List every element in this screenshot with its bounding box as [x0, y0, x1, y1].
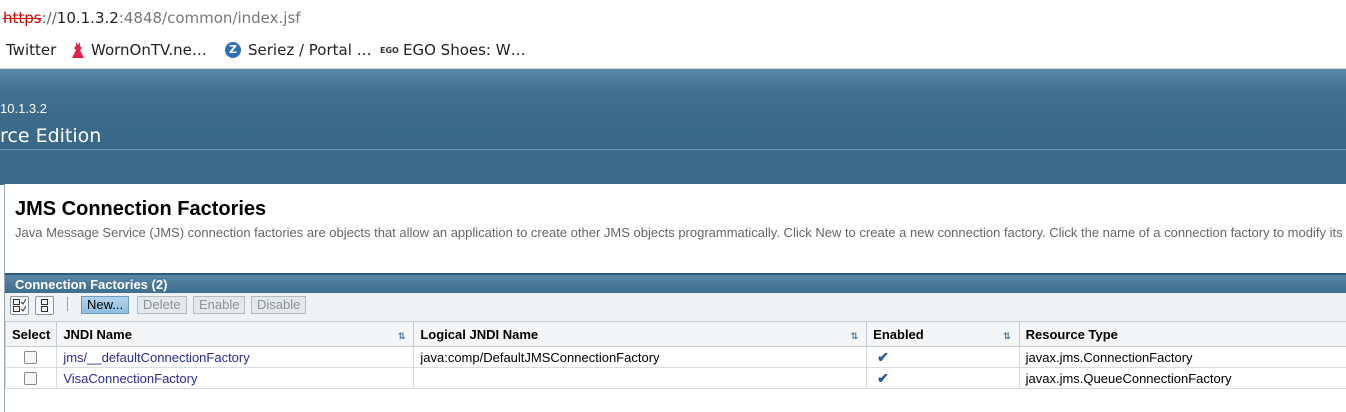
jndi-name-link[interactable]: VisaConnectionFactory	[63, 371, 197, 386]
bookmark-wornontv[interactable]: WornOnTV.ne…	[72, 41, 207, 59]
new-button[interactable]: New...	[81, 296, 130, 314]
jndi-name-cell: jms/__defaultConnectionFactory	[56, 346, 415, 368]
server-host-label: 10.1.3.2	[0, 101, 47, 116]
url-path: :4848/common/index.jsf	[118, 9, 301, 27]
url-host: 10.1.3.2	[56, 9, 119, 27]
bookmark-label: EGO Shoes: W…	[403, 41, 526, 59]
bookmarks-bar: Twitter WornOnTV.ne… Z Seriez / Portal ……	[0, 34, 1346, 69]
app-header: 10.1.3.2 rce Edition	[0, 69, 1346, 185]
bookmark-label: WornOnTV.ne…	[91, 41, 207, 59]
checkmark-icon: ✔	[877, 348, 889, 365]
column-header-logical-jndi-name[interactable]: Logical JNDI Name ⇅	[413, 321, 868, 347]
address-bar[interactable]: https://10.1.3.2:4848/common/index.jsf	[0, 0, 1346, 34]
resource-type-cell: javax.jms.ConnectionFactory	[1018, 346, 1346, 368]
connection-factories-table: Select JNDI Name ⇅ Logical JNDI Name ⇅ Ena…	[4, 321, 1346, 389]
disable-button[interactable]: Disable	[251, 296, 307, 314]
header-subbar	[0, 149, 1346, 185]
jndi-name-link[interactable]: jms/__defaultConnectionFactory	[63, 350, 249, 365]
url-separator: ://	[41, 9, 57, 27]
column-header-jndi-name[interactable]: JNDI Name ⇅	[56, 321, 415, 347]
bookmark-label: Twitter	[6, 41, 57, 59]
ego-icon: EGO	[380, 45, 399, 55]
delete-button[interactable]: Delete	[137, 296, 187, 314]
bookmark-label: Seriez / Portal …	[248, 41, 372, 59]
table-title: Connection Factories (2)	[5, 273, 1346, 293]
z-icon: Z	[225, 42, 241, 58]
url-text[interactable]: https://10.1.3.2:4848/common/index.jsf	[3, 9, 301, 27]
column-header-select: Select	[4, 321, 58, 347]
checkmark-icon: ✔	[877, 369, 889, 386]
page-help-text: Java Message Service (JMS) connection fa…	[15, 225, 1343, 240]
masthead: 10.1.3.2 rce Edition	[0, 69, 1346, 149]
enabled-cell: ✔	[866, 367, 1020, 389]
toolbar-separator	[67, 297, 68, 311]
logical-jndi-cell	[413, 367, 868, 389]
jndi-name-cell: VisaConnectionFactory	[56, 367, 415, 389]
bookmark-seriez[interactable]: Z Seriez / Portal …	[225, 41, 372, 59]
select-all-icon[interactable]	[10, 296, 29, 315]
column-header-enabled[interactable]: Enabled ⇅	[866, 321, 1020, 347]
logical-jndi-cell: java:comp/DefaultJMSConnectionFactory	[413, 346, 868, 368]
sort-icon[interactable]: ⇅	[1003, 331, 1011, 342]
resource-type-cell: javax.jms.QueueConnectionFactory	[1018, 367, 1346, 389]
table-header-row: Select JNDI Name ⇅ Logical JNDI Name ⇅ Ena…	[4, 321, 1346, 347]
table-toolbar: New... Delete Enable Disable	[5, 293, 1346, 322]
row-checkbox[interactable]	[24, 350, 37, 364]
main-content: JMS Connection Factories Java Message Se…	[4, 184, 1346, 412]
column-header-resource-type: Resource Type	[1018, 321, 1346, 347]
page-title: JMS Connection Factories	[15, 198, 267, 220]
table-row: jms/__defaultConnectionFactory java:comp…	[4, 346, 1346, 368]
enable-button[interactable]: Enable	[193, 296, 246, 314]
select-cell	[4, 346, 58, 368]
sort-icon[interactable]: ⇅	[851, 331, 859, 342]
product-edition-label: rce Edition	[0, 125, 102, 147]
url-protocol: https	[3, 9, 42, 27]
bookmark-ego-shoes[interactable]: EGO EGO Shoes: W…	[380, 41, 526, 59]
bookmark-twitter[interactable]: Twitter	[6, 41, 56, 59]
row-checkbox[interactable]	[24, 371, 37, 385]
enabled-cell: ✔	[866, 346, 1020, 368]
dress-icon	[72, 42, 84, 58]
select-cell	[4, 367, 58, 389]
deselect-all-icon[interactable]	[35, 296, 54, 315]
table-row: VisaConnectionFactory ✔ javax.jms.QueueC…	[4, 367, 1346, 389]
sort-icon[interactable]: ⇅	[398, 331, 406, 342]
